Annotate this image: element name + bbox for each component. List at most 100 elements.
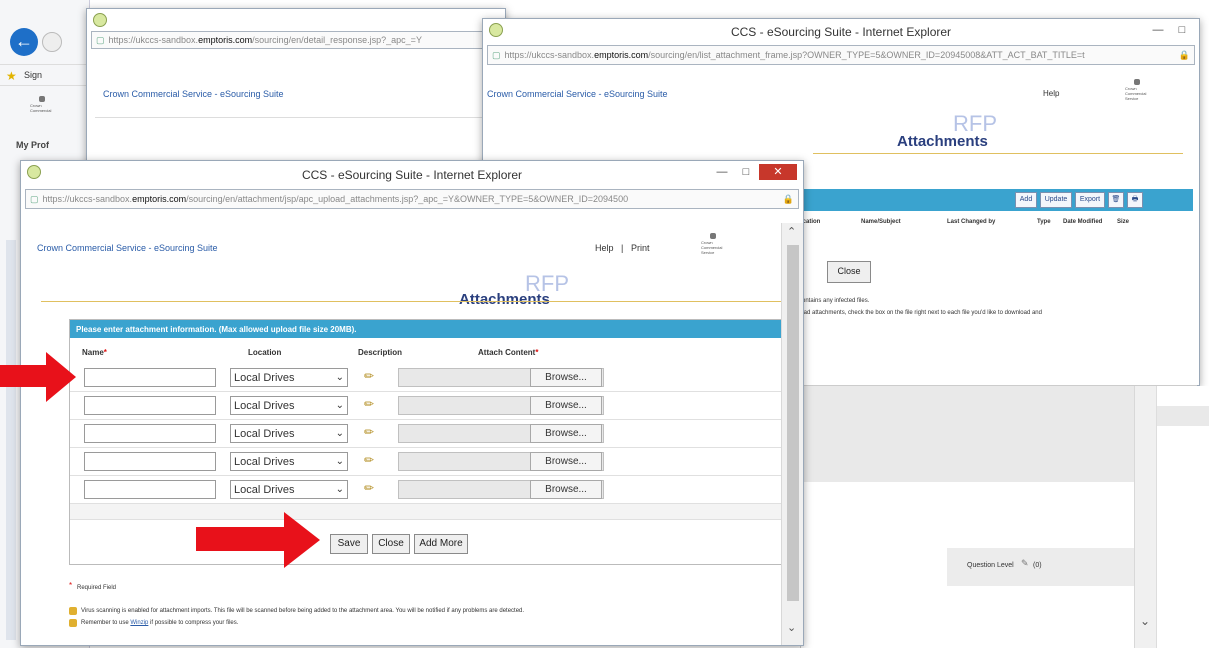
print-link[interactable]: Print: [631, 243, 650, 253]
question-level-label: Question Level: [967, 562, 1014, 569]
close-button[interactable]: Close: [827, 261, 871, 283]
delete-icon[interactable]: 🗑: [1108, 192, 1124, 208]
chevron-down-icon: ⌄: [335, 484, 344, 495]
page-icon: ▢: [30, 193, 39, 204]
title-bar: [87, 9, 505, 31]
url-prefix: https://: [504, 50, 532, 60]
location-select[interactable]: Local Drives ⌄: [230, 480, 348, 499]
address-bar[interactable]: ▢ https://ukccs-sandbox. emptoris.com/sou…: [91, 31, 501, 49]
url-sub: ukccs-sandbox.: [69, 194, 133, 204]
forward-arrow-icon[interactable]: [42, 32, 62, 52]
address-bar[interactable]: ▢ https://ukccs-sandbox. emptoris.com/sou…: [25, 189, 799, 209]
ie-icon: [27, 165, 41, 179]
location-value: Local Drives: [234, 427, 295, 440]
url-domain: emptoris.com: [132, 194, 187, 204]
winzip-link[interactable]: Winzip: [130, 620, 148, 626]
url-sub: ukccs-sandbox.: [135, 35, 199, 45]
info-line-1: contains any infected files.: [799, 298, 870, 304]
url-path: /sourcing/en/list_attachment_frame.jsp?O…: [648, 50, 1085, 60]
help-link[interactable]: Help: [595, 243, 614, 253]
add-button[interactable]: Add: [1015, 192, 1037, 208]
empty-row: [70, 504, 786, 520]
vertical-scrollbar[interactable]: ⌃ ⌄: [781, 223, 803, 645]
title-bar: CCS - eSourcing Suite - Internet Explore…: [21, 161, 803, 189]
ccs-logo-icon: Crown Commercial Service: [701, 233, 725, 261]
divider: [95, 117, 495, 118]
scrollbar-thumb[interactable]: [787, 245, 799, 601]
instruction-bar: Please enter attachment information. (Ma…: [70, 320, 786, 338]
page-header[interactable]: Crown Commercial Service - eSourcing Sui…: [37, 243, 218, 253]
name-input[interactable]: [84, 396, 216, 415]
my-profile-tab[interactable]: My Prof: [16, 140, 49, 150]
update-button[interactable]: Update: [1040, 192, 1072, 208]
browse-button[interactable]: Browse...: [530, 396, 602, 415]
add-description-icon[interactable]: ✏: [364, 453, 378, 467]
background-scrollbar[interactable]: ⌄: [1134, 386, 1156, 648]
virus-scan-note: Virus scanning is enabled for attachment…: [81, 608, 525, 614]
page-icon: ▢: [492, 49, 501, 60]
scroll-down-icon[interactable]: ⌄: [787, 621, 796, 634]
browser-window-front: CCS - eSourcing Suite - Internet Explore…: [20, 160, 804, 646]
add-description-icon[interactable]: ✏: [364, 369, 378, 383]
favorites-link[interactable]: Sign: [24, 70, 42, 80]
name-header-label: Name: [82, 348, 104, 357]
location-select[interactable]: Local Drives ⌄: [230, 396, 348, 415]
chevron-down-icon: ⌄: [335, 372, 344, 383]
add-description-icon[interactable]: ✏: [364, 397, 378, 411]
add-description-icon[interactable]: ✏: [364, 481, 378, 495]
required-star: *: [69, 581, 73, 590]
page-header[interactable]: Crown Commercial Service - eSourcing Sui…: [487, 89, 668, 99]
help-link[interactable]: Help: [1043, 89, 1059, 98]
print-icon[interactable]: 🖶: [1127, 192, 1143, 208]
col-header-name: Name*: [82, 348, 107, 357]
location-select[interactable]: Local Drives ⌄: [230, 452, 348, 471]
ie-icon: [93, 13, 107, 27]
name-input[interactable]: [84, 452, 216, 471]
scroll-down-icon[interactable]: ⌄: [1140, 614, 1150, 628]
url-domain: emptoris.com: [594, 50, 649, 60]
chevron-down-icon: ⌄: [335, 428, 344, 439]
back-arrow-icon[interactable]: ←: [10, 28, 38, 56]
browse-button[interactable]: Browse...: [530, 424, 602, 443]
table-row: Local Drives ⌄ ✏ Browse...: [70, 392, 786, 420]
save-button[interactable]: Save: [330, 534, 368, 554]
browse-button[interactable]: Browse...: [530, 368, 602, 387]
col-header-description: Description: [358, 348, 403, 357]
url-sub: ukccs-sandbox.: [531, 50, 595, 60]
close-window-button[interactable]: ✕: [759, 164, 797, 180]
name-input[interactable]: [84, 368, 216, 387]
name-input[interactable]: [84, 480, 216, 499]
minimize-button[interactable]: —: [711, 164, 733, 180]
ccs-logo-icon: Crown Commercial: [30, 96, 54, 124]
table-row: Local Drives ⌄ ✏ Browse...: [70, 364, 786, 392]
export-button[interactable]: Export: [1075, 192, 1105, 208]
red-arrow-name-field: [0, 352, 80, 402]
edit-icon[interactable]: ✎: [1021, 558, 1029, 569]
required-star: *: [535, 348, 539, 357]
url-prefix: https://: [108, 35, 136, 45]
address-bar[interactable]: ▢ https://ukccs-sandbox. emptoris.com/sou…: [487, 45, 1195, 65]
browse-button[interactable]: Browse...: [530, 452, 602, 471]
title-bar: CCS - eSourcing Suite - Internet Explore…: [483, 19, 1199, 45]
attachments-title: Attachments: [459, 291, 550, 308]
minimize-button[interactable]: —: [1147, 22, 1169, 38]
browse-button[interactable]: Browse...: [530, 480, 602, 499]
maximize-button[interactable]: □: [735, 164, 757, 180]
location-value: Local Drives: [234, 371, 295, 384]
name-input[interactable]: [84, 424, 216, 443]
title-underline: [41, 301, 781, 302]
location-select[interactable]: Local Drives ⌄: [230, 424, 348, 443]
question-count: (0): [1033, 562, 1042, 569]
star-icon[interactable]: ★: [6, 69, 17, 83]
maximize-button[interactable]: □: [1171, 22, 1193, 38]
window-title: CCS - eSourcing Suite - Internet Explore…: [301, 168, 523, 182]
add-description-icon[interactable]: ✏: [364, 425, 378, 439]
background-page-area: Question Level ✎ (0): [800, 386, 1135, 648]
page-header: Crown Commercial Service - eSourcing Sui…: [103, 89, 284, 99]
add-more-button[interactable]: Add More: [414, 534, 468, 554]
scroll-up-icon[interactable]: ⌃: [787, 225, 796, 238]
col-header-type: Type: [1037, 219, 1051, 225]
location-select[interactable]: Local Drives ⌄: [230, 368, 348, 387]
close-button[interactable]: Close: [372, 534, 410, 554]
url-path: /sourcing/en/detail_response.jsp?_apc_=Y: [252, 35, 422, 45]
